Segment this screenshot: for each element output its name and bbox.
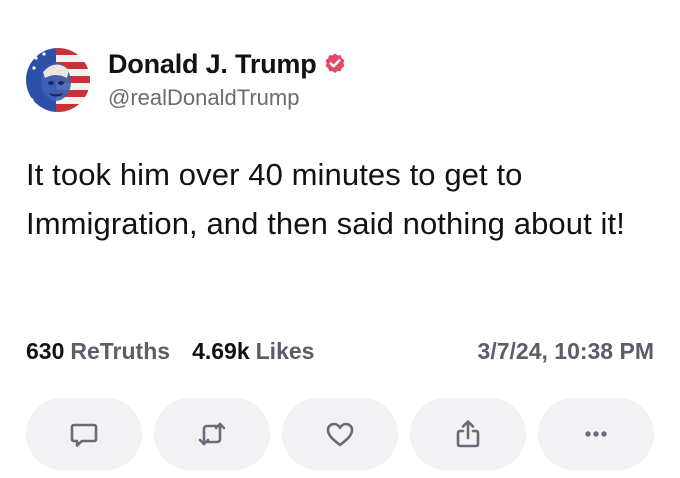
avatar-image: [26, 48, 90, 112]
post-header: Donald J. Trump @realDonaldTrump: [26, 48, 347, 112]
likes-label: Likes: [255, 338, 315, 364]
name-row: Donald J. Trump: [108, 48, 347, 80]
author-handle[interactable]: @realDonaldTrump: [108, 84, 347, 112]
likes-count: 4.69k: [192, 338, 250, 364]
reply-button[interactable]: [26, 398, 142, 470]
share-button[interactable]: [410, 398, 526, 470]
retruths-count: 630: [26, 338, 65, 364]
post-stats: 630 ReTruths 4.69k Likes 3/7/24, 10:38 PM: [26, 336, 654, 366]
avatar[interactable]: [26, 48, 90, 112]
author-display-name[interactable]: Donald J. Trump: [108, 48, 317, 80]
likes-stat[interactable]: 4.69k Likes: [192, 336, 314, 366]
verified-badge-icon: [323, 52, 347, 76]
post-text: It took him over 40 minutes to get to Im…: [26, 157, 625, 241]
retruths-label: ReTruths: [70, 338, 171, 364]
reply-icon: [70, 423, 98, 447]
author-names: Donald J. Trump @realDonaldTrump: [108, 48, 347, 112]
like-button[interactable]: [282, 398, 398, 470]
retruth-icon: [198, 422, 226, 446]
more-icon: [585, 431, 607, 437]
post-timestamp: 3/7/24, 10:38 PM: [477, 338, 654, 364]
action-bar: [26, 398, 654, 470]
more-options-button[interactable]: [538, 398, 654, 470]
like-icon: [326, 422, 354, 447]
retruth-button[interactable]: [154, 398, 270, 470]
share-icon: [456, 420, 480, 448]
post-card: Donald J. Trump @realDonaldTrump It took…: [0, 0, 680, 478]
retruths-stat[interactable]: 630 ReTruths: [26, 336, 170, 366]
